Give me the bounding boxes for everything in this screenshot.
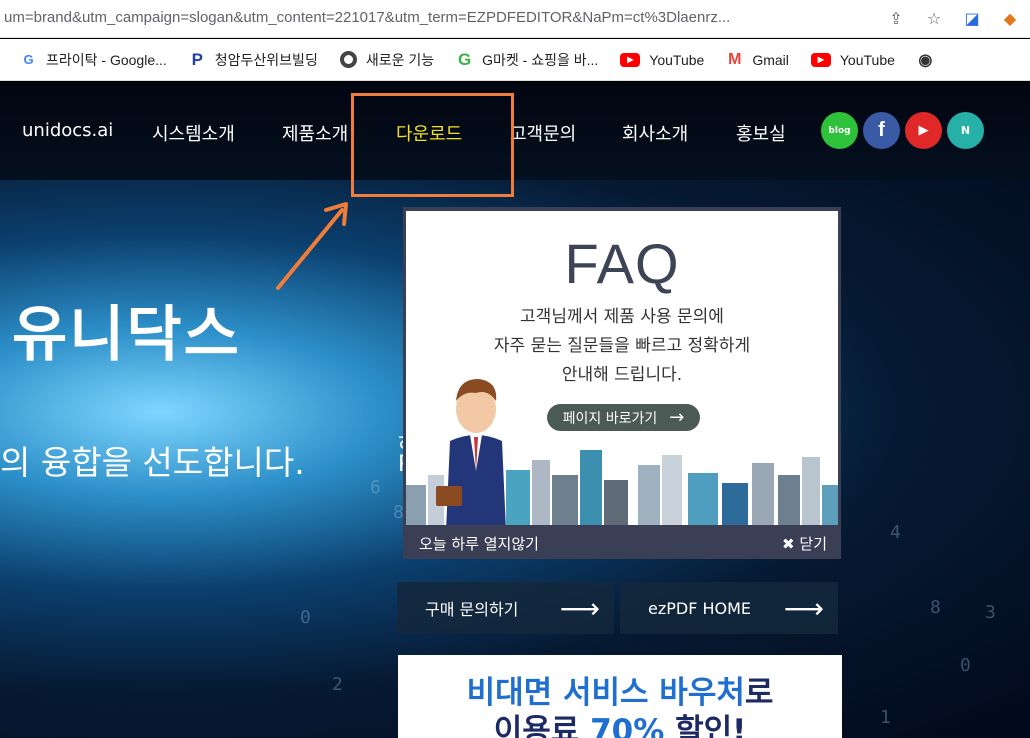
bookmark-item[interactable]: ◉	[917, 51, 934, 69]
bookmarks-bar: G 프라이탁 - Google... P 청암두산위브빌딩 새로운 기능 G G…	[0, 39, 1030, 81]
bookmark-item[interactable]: M Gmail	[726, 51, 789, 68]
top-nav: unidocs.ai 시스템소개 제품소개 다운로드 고객문의 회사소개 홍보실…	[0, 82, 1030, 180]
bg-digit: 8	[930, 597, 941, 618]
google-icon: G	[23, 52, 34, 67]
youtube-icon: ▶	[620, 52, 641, 67]
arrow-right-icon: →	[669, 407, 685, 428]
globe-icon: ◉	[918, 51, 933, 69]
gmarket-icon: G	[458, 49, 472, 69]
extension-icon[interactable]: ◪	[960, 6, 984, 30]
bg-digit: 1	[880, 707, 891, 728]
hero-title: 유니닥스	[12, 300, 241, 370]
bg-digit: 0	[960, 655, 971, 676]
close-label: 닫기	[799, 535, 827, 553]
url-text[interactable]: um=brand&utm_campaign=slogan&utm_content…	[4, 9, 864, 26]
bg-digit: 6	[370, 477, 381, 498]
bookmark-item[interactable]: 새로운 기능	[339, 50, 435, 70]
bookmark-label: 새로운 기능	[365, 51, 435, 68]
voucher-banner[interactable]: 비대면 서비스 바우처로 이용료 70% 할인!	[398, 655, 842, 738]
bookmark-label: 청암두산위브빌딩	[214, 51, 318, 68]
bookmark-item[interactable]: G 프라이탁 - Google...	[20, 50, 167, 70]
nav-logo[interactable]: unidocs.ai	[22, 120, 113, 141]
bookmark-label: G마켓 - 쇼핑을 바...	[482, 51, 599, 68]
bookmark-item[interactable]: G G마켓 - 쇼핑을 바...	[456, 50, 598, 70]
chrome-icon	[339, 51, 357, 68]
nav-product[interactable]: 제품소개	[282, 120, 348, 146]
star-icon[interactable]: ☆	[922, 6, 946, 30]
bookmark-label: YouTube	[839, 51, 895, 68]
bg-digit: 0	[300, 607, 311, 628]
nav-company[interactable]: 회사소개	[622, 120, 688, 146]
long-arrow-icon: ⟶	[559, 591, 600, 625]
p-icon: P	[191, 49, 203, 69]
banner-text: 할인!	[664, 713, 747, 738]
faq-popup: FAQ 고객님께서 제품 사용 문의에 자주 묻는 질문들을 빠르고 정확하게 …	[403, 207, 841, 559]
bookmark-label: 프라이탁 - Google...	[46, 51, 167, 68]
address-bar[interactable]: um=brand&utm_campaign=slogan&utm_content…	[0, 0, 1030, 38]
bookmark-label: Gmail	[752, 51, 789, 68]
dont-show-today-link[interactable]: 오늘 하루 열지않기	[419, 533, 539, 554]
metamask-icon[interactable]: ◆	[998, 6, 1022, 30]
bg-digit: 4	[890, 522, 901, 543]
close-icon: ✖	[782, 535, 795, 553]
banner-text: 이용료	[493, 713, 591, 738]
naver-store-icon[interactable]: N	[947, 112, 984, 149]
ezpdf-home-label: ezPDF HOME	[648, 598, 752, 618]
bookmark-item[interactable]: P 청암두산위브빌딩	[189, 50, 318, 70]
pointer-arrow	[276, 202, 348, 290]
faq-title: FAQ	[564, 232, 680, 295]
bg-digit: 2	[332, 674, 343, 695]
faq-desc-line: 고객님께서 제품 사용 문의에	[520, 307, 724, 327]
blog-icon[interactable]: blog	[821, 112, 858, 149]
buy-inquiry-label: 구매 문의하기	[425, 600, 519, 619]
close-popup-button[interactable]: ✖ 닫기	[782, 533, 827, 554]
bg-digit: 3	[985, 602, 996, 623]
go-to-page-label: 페이지 바로가기	[562, 410, 658, 427]
go-to-page-button[interactable]: 페이지 바로가기 →	[547, 404, 700, 431]
nav-system[interactable]: 시스템소개	[152, 120, 235, 146]
gmail-icon: M	[728, 50, 742, 68]
highlight-box	[351, 93, 514, 197]
youtube-icon: ▶	[810, 52, 831, 67]
nav-support[interactable]: 고객문의	[510, 120, 576, 146]
nav-pr[interactable]: 홍보실	[736, 120, 786, 146]
youtube-icon[interactable]: ▶	[905, 112, 942, 149]
share-icon[interactable]: ⇪	[884, 6, 908, 30]
faq-desc-line: 자주 묻는 질문들을 빠르고 정확하게	[493, 336, 751, 356]
ezpdf-home-button[interactable]: ezPDF HOME ⟶	[620, 582, 838, 634]
banner-line-2: 이용료 70% 할인!	[398, 705, 842, 738]
bookmark-item[interactable]: ▶ YouTube	[620, 52, 704, 68]
long-arrow-icon: ⟶	[783, 591, 824, 625]
buy-inquiry-button[interactable]: 구매 문의하기 ⟶	[397, 582, 614, 634]
bookmark-item[interactable]: ▶ YouTube	[810, 51, 895, 68]
website: 6 8 0 2 4 8 0 3 1 unidocs.ai 시스템소개 제품소개 …	[0, 82, 1030, 738]
facebook-icon[interactable]: f	[863, 112, 900, 149]
businessman-illustration	[436, 379, 506, 525]
bookmark-label: YouTube	[649, 51, 705, 68]
banner-percent: 70%	[590, 713, 665, 738]
hero-subtitle: 의 융합을 선도합니다.	[0, 443, 305, 482]
